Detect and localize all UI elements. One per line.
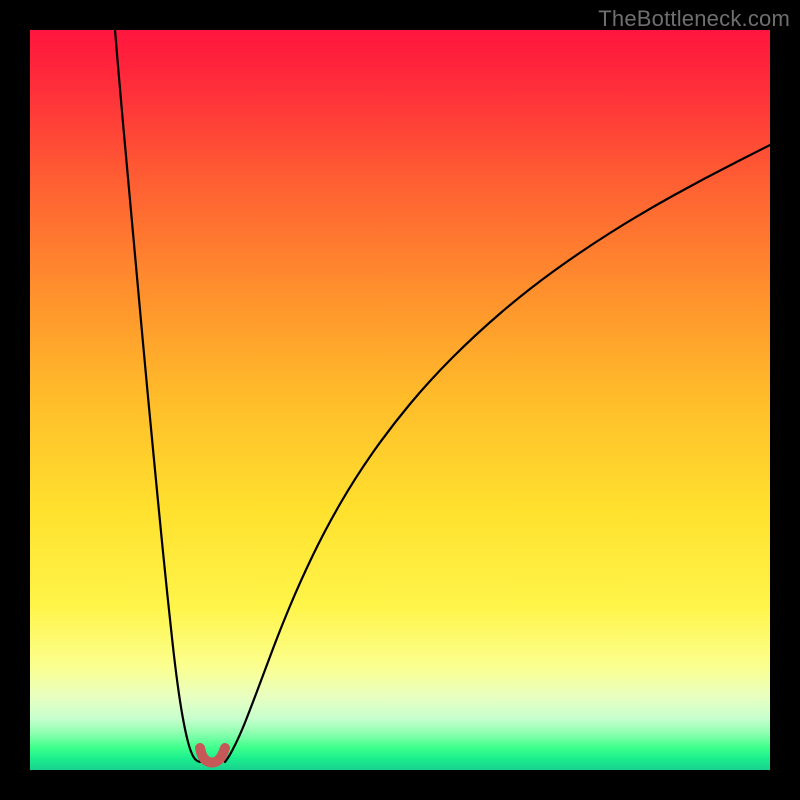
curve-minimum-marker: [200, 748, 225, 763]
watermark-text: TheBottleneck.com: [598, 6, 790, 32]
chart-plot-area: [30, 30, 770, 770]
chart-svg: [30, 30, 770, 770]
curve-left-branch: [115, 30, 200, 762]
curve-right-branch: [225, 145, 770, 762]
